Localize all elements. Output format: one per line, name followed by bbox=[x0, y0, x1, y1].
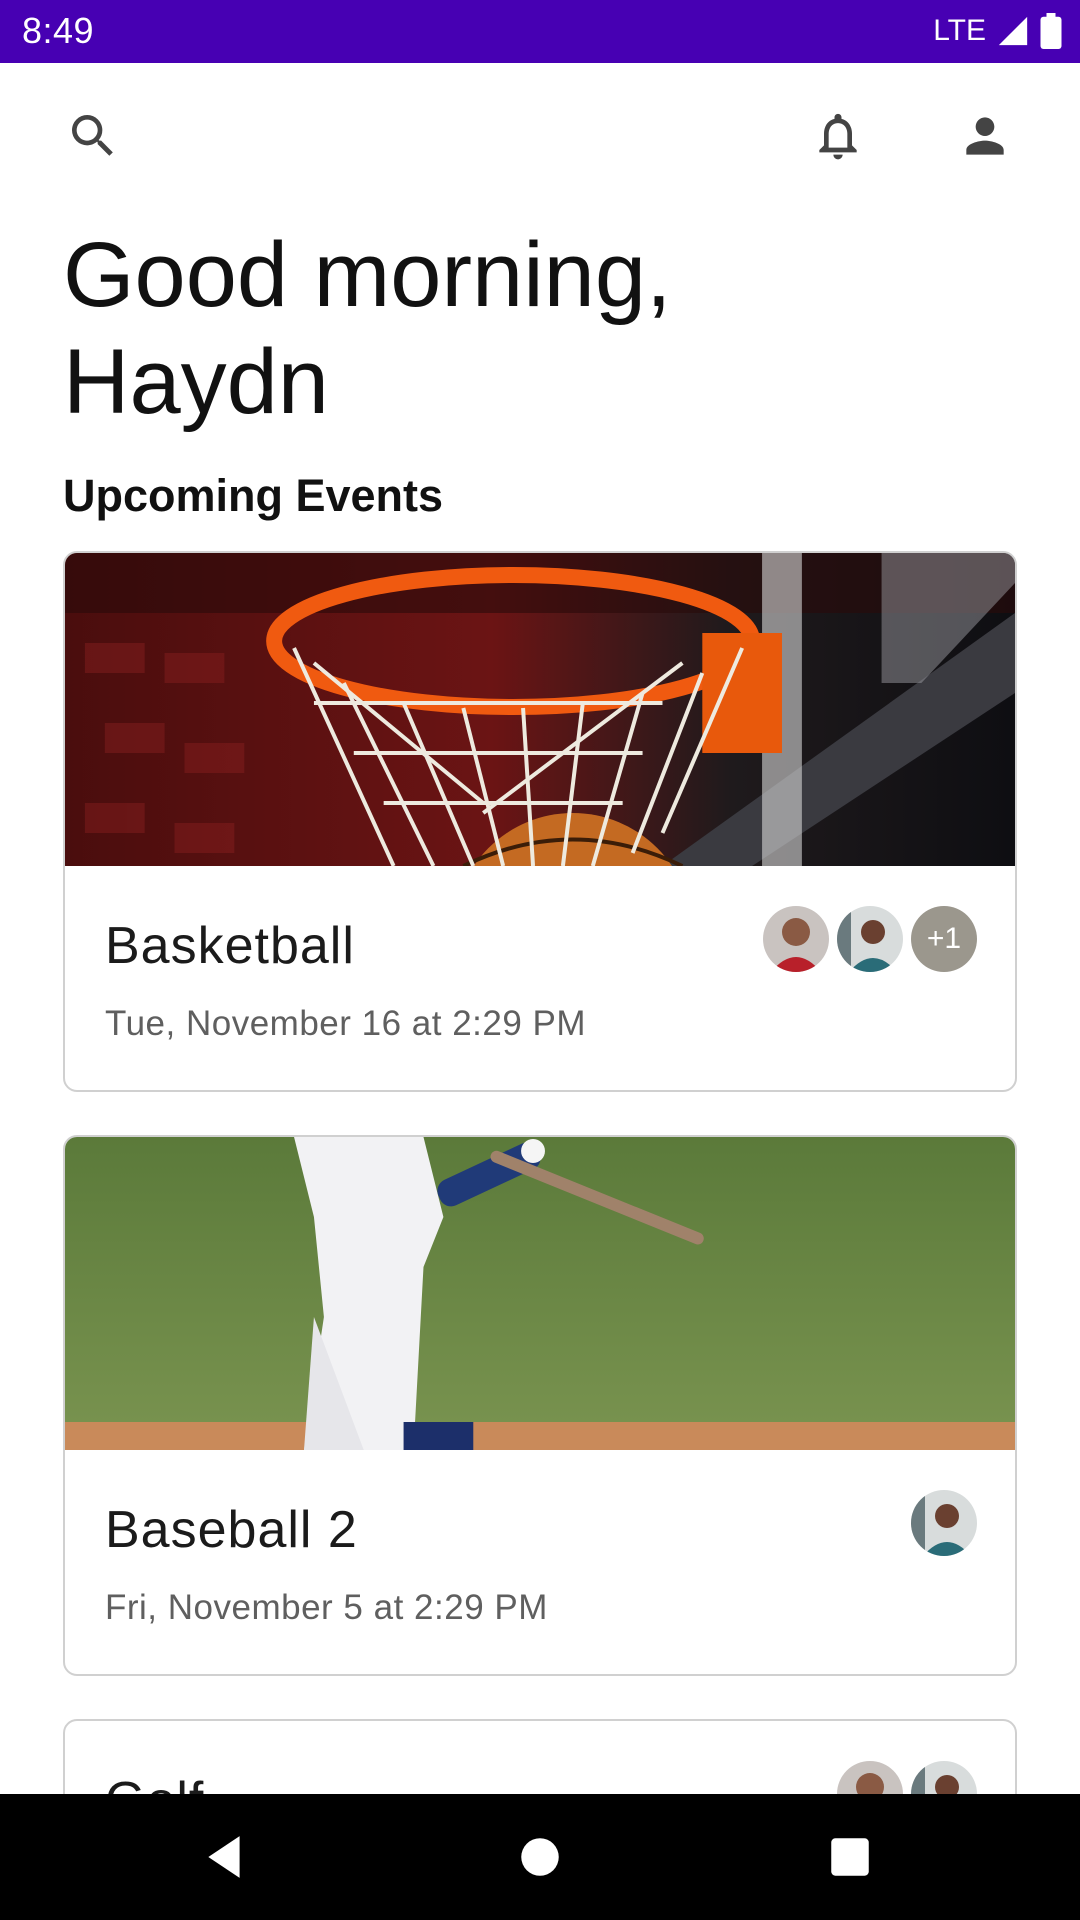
avatar bbox=[837, 906, 903, 972]
event-card-body: Baseball 2 Fri, November 5 at 2:29 PM bbox=[65, 1450, 1015, 1674]
event-title: Baseball 2 bbox=[105, 1501, 358, 1559]
system-navigation-bar bbox=[0, 1794, 1080, 1920]
notifications-button[interactable] bbox=[790, 88, 886, 184]
account-icon bbox=[966, 117, 1004, 155]
attendee-avatars bbox=[911, 1490, 977, 1556]
recents-button[interactable] bbox=[810, 1817, 890, 1897]
recents-icon bbox=[831, 1838, 869, 1876]
section-title: Upcoming Events bbox=[63, 470, 444, 521]
event-title: Basketball bbox=[105, 917, 355, 975]
network-type: LTE bbox=[933, 14, 986, 47]
avatar bbox=[763, 906, 829, 972]
event-image-baseball bbox=[65, 1137, 1015, 1450]
greeting-heading: Good morning, Haydn bbox=[63, 222, 963, 436]
home-icon bbox=[521, 1838, 559, 1876]
top-app-bar bbox=[0, 63, 1080, 209]
battery-icon bbox=[1040, 13, 1062, 49]
status-icons: LTE bbox=[933, 10, 1062, 52]
event-image-basketball bbox=[65, 553, 1015, 866]
bell-icon bbox=[819, 113, 857, 160]
event-date: Fri, November 5 at 2:29 PM bbox=[105, 1588, 548, 1627]
more-attendees-badge: +1 bbox=[911, 906, 977, 972]
event-card-basketball[interactable]: Basketball Tue, November 16 at 2:29 PM +… bbox=[63, 551, 1017, 1092]
signal-icon bbox=[998, 16, 1028, 46]
search-button[interactable] bbox=[45, 88, 141, 184]
attendee-avatars: +1 bbox=[763, 906, 977, 972]
home-button[interactable] bbox=[500, 1817, 580, 1897]
back-icon bbox=[208, 1836, 240, 1878]
baseball-batter-image bbox=[65, 1137, 1015, 1450]
status-bar: 8:49 LTE bbox=[0, 0, 1080, 63]
search-icon bbox=[72, 115, 113, 156]
account-button[interactable] bbox=[937, 88, 1033, 184]
avatar bbox=[911, 1490, 977, 1556]
status-time: 8:49 bbox=[22, 10, 95, 51]
greeting-name: Haydn bbox=[63, 331, 329, 433]
event-card-baseball-2[interactable]: Baseball 2 Fri, November 5 at 2:29 PM bbox=[63, 1135, 1017, 1676]
event-card-body: Basketball Tue, November 16 at 2:29 PM +… bbox=[65, 866, 1015, 1090]
greeting-line-1: Good morning, bbox=[63, 224, 672, 326]
back-button[interactable] bbox=[185, 1817, 265, 1897]
basketball-hoop-image bbox=[65, 553, 1015, 866]
event-date: Tue, November 16 at 2:29 PM bbox=[105, 1004, 587, 1043]
